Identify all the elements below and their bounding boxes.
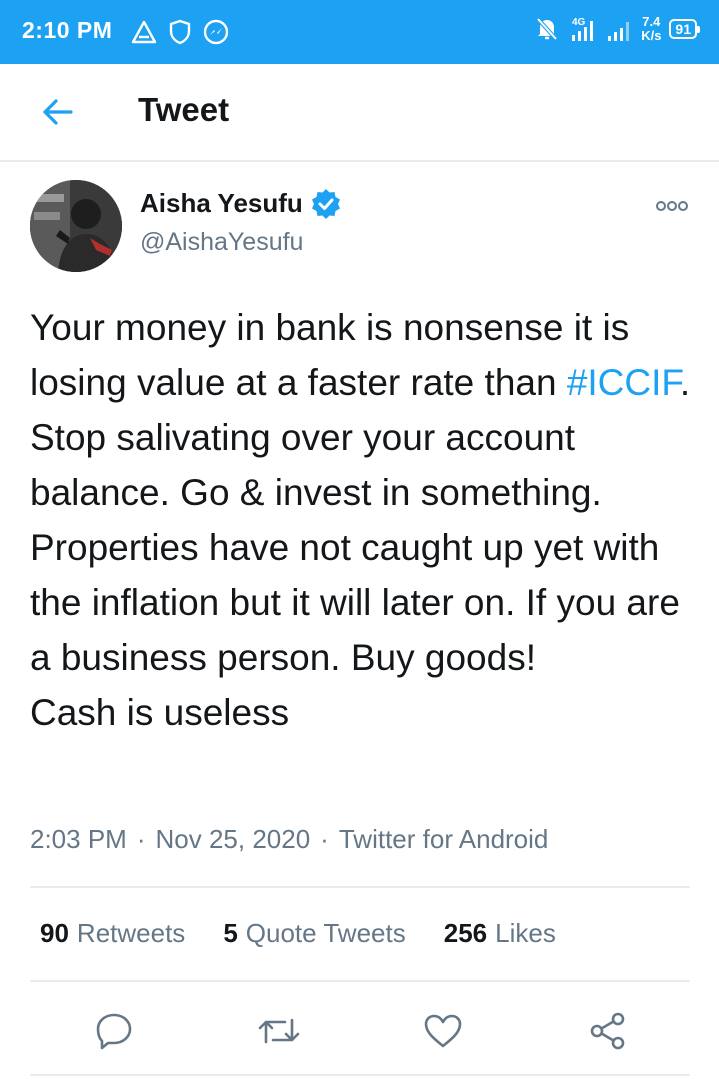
likes-stat[interactable]: 256 Likes xyxy=(444,918,556,949)
divider xyxy=(30,1074,690,1076)
author-name[interactable]: Aisha Yesufu xyxy=(140,188,341,219)
signal-icon xyxy=(605,14,633,44)
meta-separator: · xyxy=(136,824,146,854)
tweet-time: 2:03 PM xyxy=(30,824,127,854)
net-speed-value: 7.4 xyxy=(642,14,661,29)
status-bar: 2:10 PM 4G 7.4 K/s 91 xyxy=(0,0,719,64)
tweet-date: Nov 25, 2020 xyxy=(155,824,311,854)
status-icons-right: 4G 7.4 K/s 91 xyxy=(533,14,700,44)
retweets-stat[interactable]: 90 Retweets xyxy=(40,918,185,949)
bell-off-icon xyxy=(533,14,561,44)
tweet-stats: 90 Retweets 5 Quote Tweets 256 Likes xyxy=(40,918,556,949)
divider xyxy=(30,980,690,982)
page-title: Tweet xyxy=(138,91,230,128)
back-button[interactable] xyxy=(36,92,80,132)
tweet-meta: 2:03 PM · Nov 25, 2020 · Twitter for And… xyxy=(30,824,548,855)
retweets-count: 90 xyxy=(40,918,69,948)
alert-triangle-icon xyxy=(130,17,158,47)
verified-badge-icon xyxy=(311,188,340,219)
quote-tweets-label: Quote Tweets xyxy=(245,918,406,948)
shield-icon xyxy=(166,17,194,47)
tweet-text: Your money in bank is nonsense it is los… xyxy=(30,300,695,740)
arrow-left-icon xyxy=(43,99,73,125)
share-button[interactable] xyxy=(583,1006,633,1056)
retweet-icon xyxy=(258,1018,300,1044)
battery-indicator: 91 xyxy=(669,19,700,39)
app-header: Tweet xyxy=(0,64,719,162)
retweet-button[interactable] xyxy=(254,1006,304,1056)
tweet-source[interactable]: Twitter for Android xyxy=(339,824,549,855)
network-type: 4G xyxy=(572,17,586,28)
tweet-actions xyxy=(0,1000,719,1060)
status-icons-left xyxy=(130,17,230,47)
retweets-label: Retweets xyxy=(76,918,186,948)
tweet-text-start: Your money in bank is nonsense it is los… xyxy=(30,307,630,403)
more-options-button[interactable] xyxy=(650,192,694,220)
more-options-icon xyxy=(656,201,688,211)
quote-tweets-count: 5 xyxy=(223,918,238,948)
author-handle[interactable]: @AishaYesufu xyxy=(140,228,303,257)
messenger-icon xyxy=(202,17,230,47)
likes-count: 256 xyxy=(443,918,488,948)
reply-button[interactable] xyxy=(89,1006,139,1056)
likes-label: Likes xyxy=(495,918,556,948)
meta-separator: · xyxy=(320,824,329,854)
battery-level: 91 xyxy=(675,21,691,37)
hashtag-link[interactable]: #ICCIF xyxy=(567,362,680,403)
like-icon xyxy=(424,1014,462,1048)
quote-tweets-stat[interactable]: 5 Quote Tweets xyxy=(223,918,405,949)
tweet-text-middle: . Stop salivating over your account bala… xyxy=(30,362,691,678)
signal-4g-icon: 4G xyxy=(569,14,597,44)
net-speed-unit: K/s xyxy=(641,28,662,43)
author-name-text: Aisha Yesufu xyxy=(140,188,303,218)
divider xyxy=(30,886,690,888)
status-time: 2:10 PM xyxy=(22,17,113,43)
reply-icon xyxy=(96,1013,132,1050)
avatar[interactable] xyxy=(30,180,122,272)
like-button[interactable] xyxy=(418,1006,468,1056)
tweet-text-last-line: Cash is useless xyxy=(30,692,290,733)
net-speed: 7.4 K/s xyxy=(641,15,661,43)
share-icon xyxy=(590,1012,625,1050)
